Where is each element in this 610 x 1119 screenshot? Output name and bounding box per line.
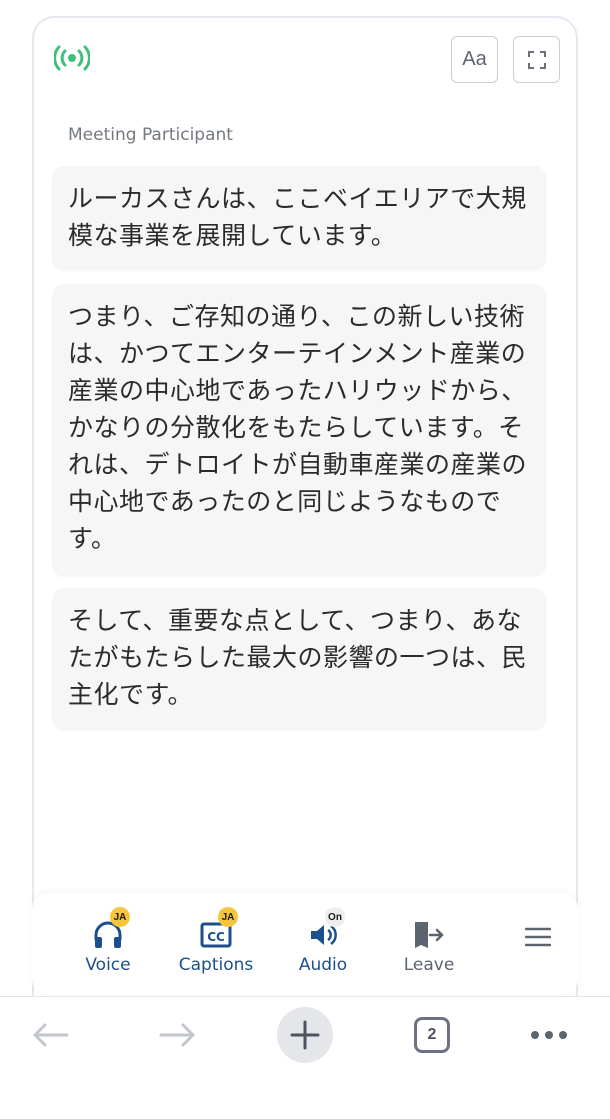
transcript-message: つまり、ご存知の通り、この新しい技術は、かつてエンターテインメント産業の産業の中…	[52, 284, 546, 576]
live-broadcast-icon	[54, 45, 90, 71]
plus-icon	[290, 1020, 320, 1050]
forward-button[interactable]	[152, 1005, 204, 1065]
more-dots-icon	[531, 1031, 567, 1039]
hamburger-menu-icon	[525, 927, 551, 947]
tabs-button[interactable]: 2	[412, 1005, 452, 1065]
captions-language-badge: JA	[218, 907, 238, 927]
browser-navigation-bar: 2	[0, 996, 610, 1119]
font-size-label: Aa	[462, 48, 487, 70]
menu-button[interactable]	[518, 893, 558, 995]
meeting-toolbar: JA Voice CC JA Captions On Audio Leave	[32, 893, 578, 995]
exit-door-icon	[415, 922, 444, 948]
speaker-name: Meeting Participant	[68, 125, 233, 145]
voice-label: Voice	[85, 955, 131, 975]
leave-button[interactable]: Leave	[392, 893, 466, 995]
back-arrow-icon	[33, 1023, 69, 1047]
audio-status-badge: On	[325, 907, 345, 927]
forward-arrow-icon	[159, 1023, 195, 1047]
leave-label: Leave	[403, 955, 455, 975]
svg-text:CC: CC	[207, 930, 225, 944]
tab-count: 2	[414, 1017, 450, 1053]
font-size-button[interactable]: Aa	[451, 36, 498, 83]
audio-button[interactable]: On Audio	[286, 893, 360, 995]
fullscreen-icon	[527, 50, 546, 69]
voice-language-badge: JA	[110, 907, 130, 927]
transcript-message: ルーカスさんは、ここベイエリアで大規模な事業を展開しています。	[52, 166, 546, 270]
audio-label: Audio	[298, 955, 348, 975]
new-tab-button[interactable]	[277, 1005, 333, 1065]
captions-button[interactable]: CC JA Captions	[172, 893, 260, 995]
transcript-message: そして、重要な点として、つまり、あなたがもたらした最大の影響の一つは、民主化です…	[52, 588, 546, 730]
back-button[interactable]	[24, 1005, 76, 1065]
captions-label: Captions	[178, 955, 254, 975]
transcript-panel: Aa Meeting Participant ルーカスさんは、ここベイエリアで大…	[32, 16, 578, 1016]
fullscreen-button[interactable]	[513, 36, 560, 83]
more-options-button[interactable]	[528, 1005, 570, 1065]
voice-button[interactable]: JA Voice	[72, 893, 144, 995]
